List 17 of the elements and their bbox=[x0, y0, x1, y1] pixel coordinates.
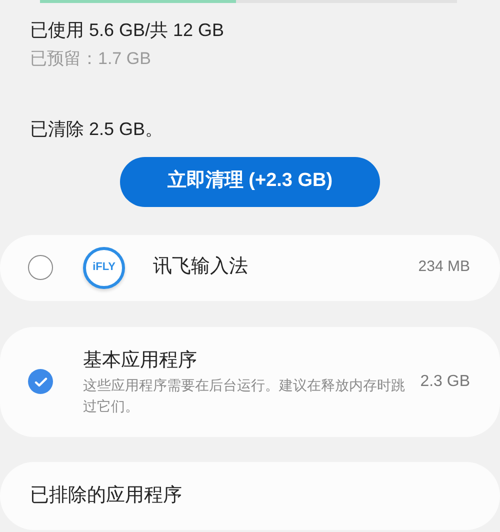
memory-used-text: 已使用 5.6 GB/共 12 GB bbox=[29, 19, 226, 42]
excluded-apps-label: 已排除的应用程序 bbox=[30, 484, 182, 508]
memory-reserved-text: 已预留：1.7 GB bbox=[29, 48, 152, 70]
select-checkbox[interactable] bbox=[28, 255, 53, 280]
app-card[interactable]: 基本应用程序 这些应用程序需要在后台运行。建议在释放内存时跳过它们。 2.3 GB bbox=[0, 326, 500, 437]
app-name: 讯飞输入法 bbox=[153, 255, 248, 280]
select-checkbox[interactable] bbox=[28, 369, 53, 394]
app-card[interactable]: iFLY 讯飞输入法 234 MB bbox=[0, 234, 500, 300]
excluded-apps-item[interactable]: 已排除的应用程序 bbox=[0, 462, 500, 530]
check-icon bbox=[34, 374, 48, 389]
group-name: 基本应用程序 bbox=[83, 348, 198, 372]
group-size: 2.3 GB bbox=[420, 372, 470, 392]
app-size: 234 MB bbox=[418, 257, 470, 278]
app-icon: iFLY bbox=[83, 246, 125, 288]
group-description: 这些应用程序需要在后台运行。建议在释放内存时跳过它们。 bbox=[83, 376, 406, 416]
clean-now-button[interactable]: 立即清理 (+2.3 GB) bbox=[120, 156, 380, 206]
cleared-text: 已清除 2.5 GB。 bbox=[29, 118, 164, 140]
